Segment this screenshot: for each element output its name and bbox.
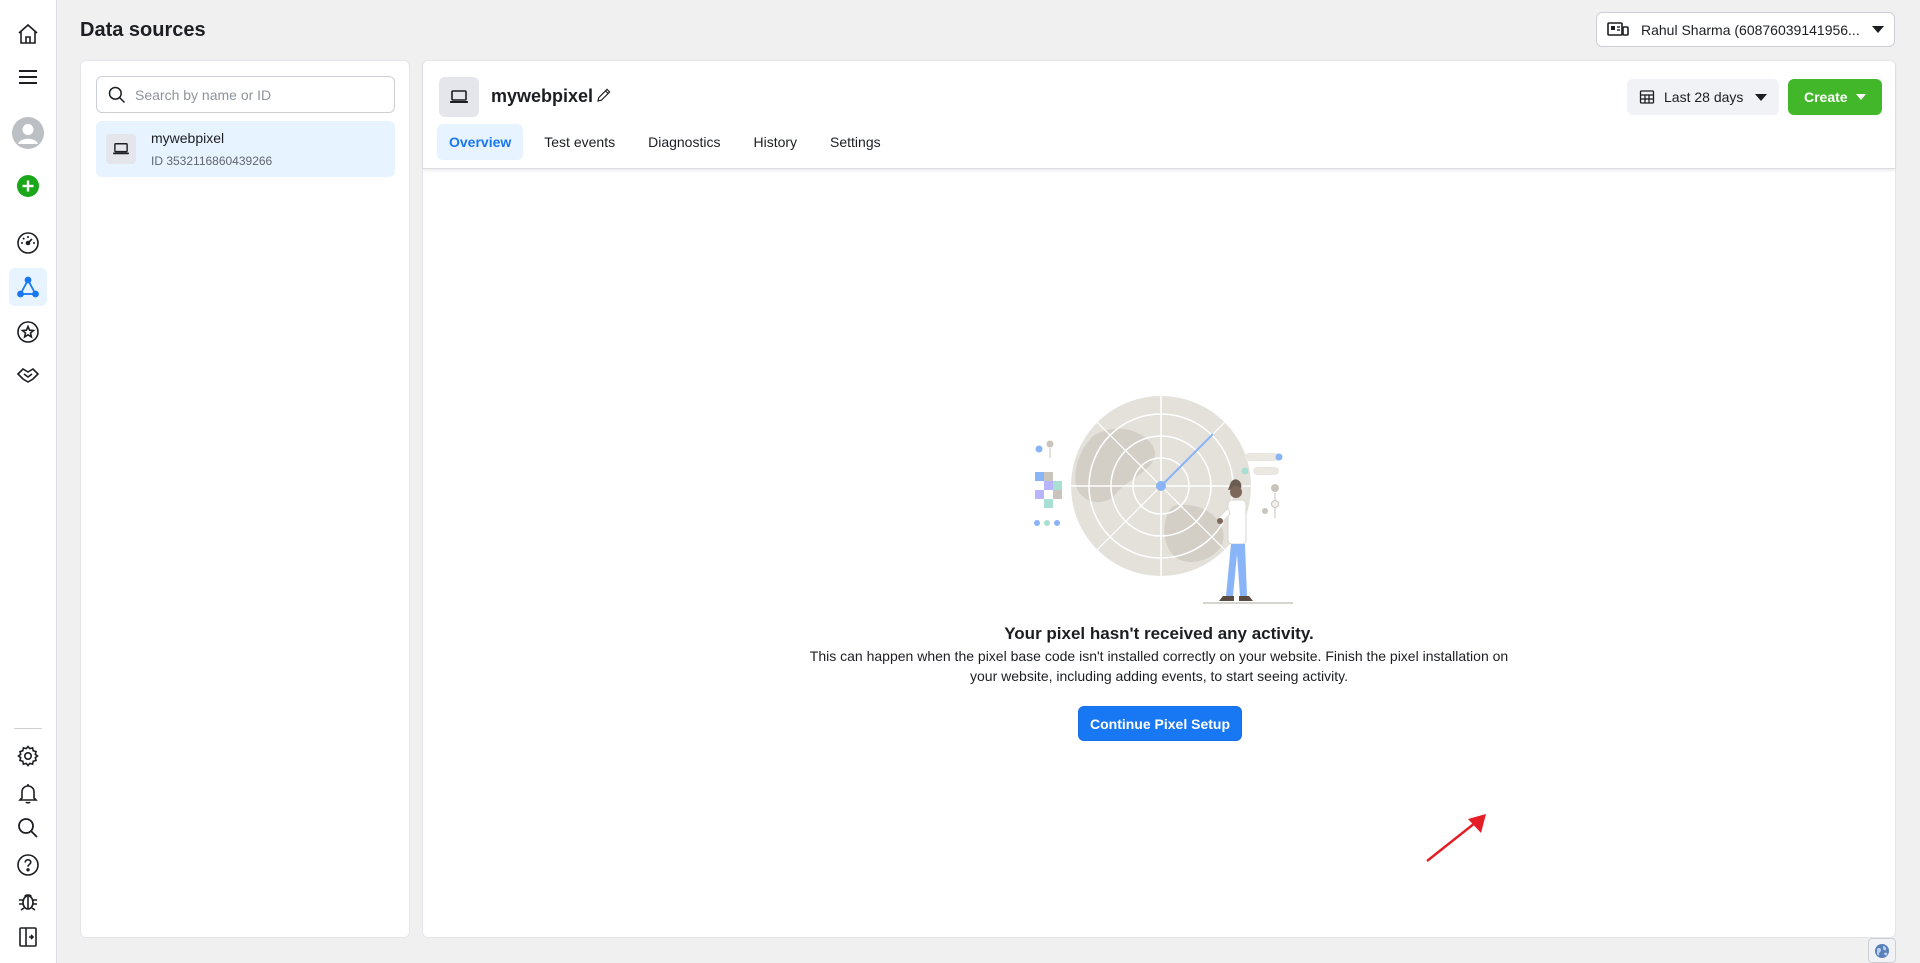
globe-icon[interactable] bbox=[1868, 938, 1896, 963]
data-source-name: mywebpixel bbox=[151, 130, 225, 146]
bug-icon[interactable] bbox=[9, 882, 47, 920]
tab-test-events[interactable]: Test events bbox=[532, 124, 627, 160]
account-selector[interactable]: Rahul Sharma (60876039141956... bbox=[1596, 12, 1895, 47]
page-title: Data sources bbox=[80, 19, 206, 41]
tab-settings[interactable]: Settings bbox=[818, 124, 893, 160]
continue-pixel-setup-button[interactable]: Continue Pixel Setup bbox=[1078, 706, 1242, 741]
date-range-button[interactable]: Last 28 days bbox=[1627, 79, 1779, 115]
settings-icon[interactable] bbox=[9, 737, 47, 775]
date-range-label: Last 28 days bbox=[1664, 89, 1744, 105]
calendar-icon bbox=[1639, 90, 1655, 104]
search-box[interactable] bbox=[96, 76, 395, 113]
nav-rail bbox=[0, 0, 57, 963]
tab-history[interactable]: History bbox=[741, 124, 809, 160]
create-button[interactable]: Create bbox=[1788, 79, 1882, 115]
pixel-detail-panel: mywebpixel Overview Test events Diagnost… bbox=[422, 60, 1896, 938]
search-icon bbox=[108, 86, 126, 103]
partners-icon[interactable] bbox=[9, 356, 47, 394]
business-account-icon bbox=[1607, 21, 1629, 36]
search-input[interactable] bbox=[135, 86, 385, 103]
add-icon[interactable] bbox=[9, 167, 47, 205]
data-sources-list-panel: mywebpixel ID 3532116860439266 bbox=[80, 60, 410, 938]
menu-icon[interactable] bbox=[9, 58, 47, 96]
empty-state-description: This can happen when the pixel base code… bbox=[809, 648, 1509, 684]
search-icon[interactable] bbox=[9, 809, 47, 847]
chevron-down-icon bbox=[1856, 94, 1866, 100]
radar-illustration bbox=[1034, 396, 1293, 604]
laptop-icon bbox=[439, 77, 479, 117]
rail-divider bbox=[14, 728, 42, 729]
chevron-down-icon bbox=[1755, 93, 1767, 101]
pencil-icon[interactable] bbox=[595, 86, 613, 104]
tab-overview[interactable]: Overview bbox=[437, 124, 524, 160]
avatar[interactable] bbox=[9, 114, 47, 152]
chevron-down-icon bbox=[1872, 26, 1884, 33]
tab-bar: Overview Test events Diagnostics History… bbox=[437, 124, 902, 160]
annotation-arrow bbox=[1426, 814, 1486, 862]
bell-icon[interactable] bbox=[9, 774, 47, 812]
events-manager-icon[interactable] bbox=[9, 268, 47, 306]
pixel-name: mywebpixel bbox=[491, 86, 594, 106]
laptop-icon bbox=[106, 134, 136, 164]
pixel-header: mywebpixel Overview Test events Diagnost… bbox=[423, 61, 1895, 169]
dashboard-icon[interactable] bbox=[9, 224, 47, 262]
list-item[interactable]: mywebpixel ID 3532116860439266 bbox=[96, 121, 395, 177]
account-name: Rahul Sharma (60876039141956... bbox=[1641, 21, 1860, 38]
star-icon[interactable] bbox=[9, 313, 47, 351]
home-icon[interactable] bbox=[9, 15, 47, 53]
panel-toggle-icon[interactable] bbox=[9, 918, 47, 956]
empty-state-title: Your pixel hasn't received any activity. bbox=[1004, 624, 1314, 643]
data-source-id: ID 3532116860439266 bbox=[151, 154, 273, 168]
create-label: Create bbox=[1804, 89, 1848, 105]
tab-diagnostics[interactable]: Diagnostics bbox=[636, 124, 732, 160]
help-icon[interactable] bbox=[9, 846, 47, 884]
